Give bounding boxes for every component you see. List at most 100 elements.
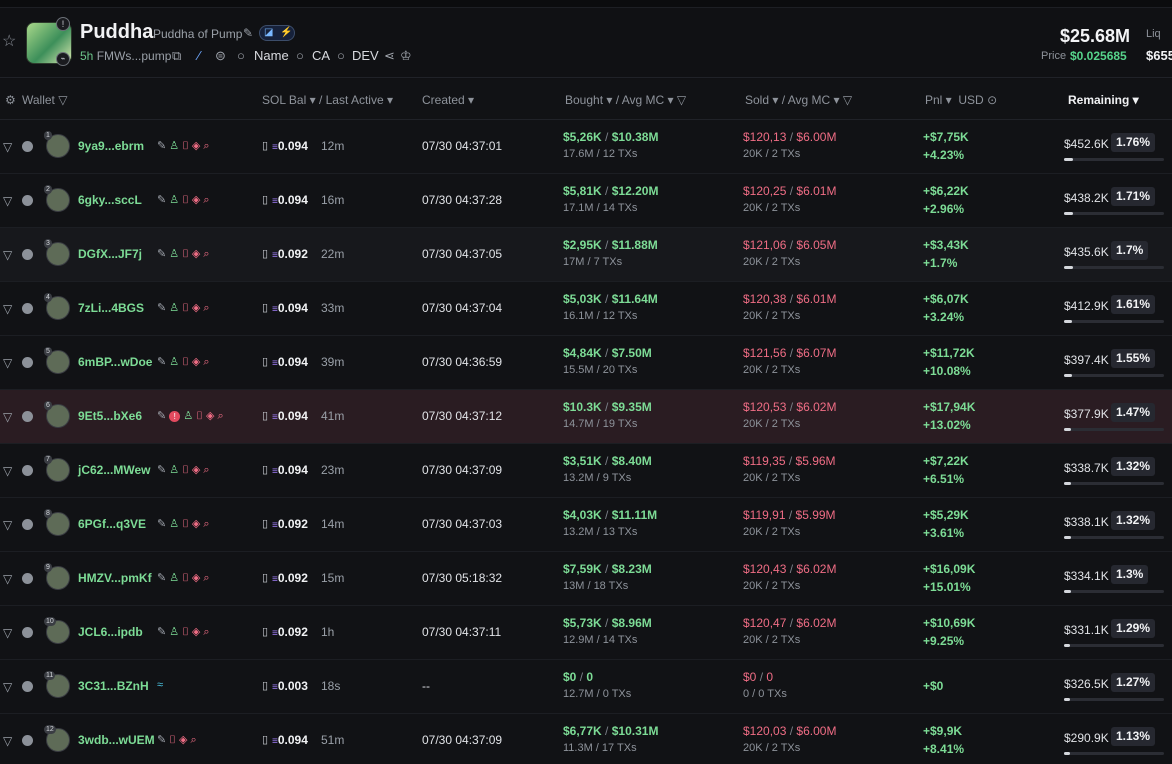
layers-icon[interactable]: ◈ <box>192 518 200 530</box>
table-row[interactable]: ▽ 11 3C31...BZnH ≈ ▯ ≡0.003 18s -- $0 / 0 12.7M /… <box>0 660 1172 714</box>
tag-icon[interactable]: ⌷ <box>182 248 189 260</box>
table-row[interactable]: ▽ 4 7zLi...4BGS ✎ ♙ ⌷ ◈ ⌕ ▯ ≡0.094 33m 07/30 0… <box>0 282 1172 336</box>
pencil-icon[interactable]: ✎ <box>157 248 166 260</box>
user-icon[interactable]: ♙ <box>169 572 179 584</box>
filter-icon[interactable]: ▽ <box>3 356 12 370</box>
chat-icon[interactable]: ⌕ <box>203 464 209 476</box>
table-row[interactable]: ▽ 2 6gky...sccL ✎ ♙ ⌷ ◈ ⌕ ▯ ≡0.094 16m 07/30 0… <box>0 174 1172 228</box>
chat-icon[interactable]: ⌕ <box>203 194 209 206</box>
layers-icon[interactable]: ◈ <box>192 194 200 206</box>
tag-icon[interactable]: ⌷ <box>182 518 189 530</box>
layers-icon[interactable]: ◈ <box>192 626 200 638</box>
filter-icon[interactable]: ▽ <box>3 140 12 154</box>
filter-icon[interactable]: ▽ <box>843 93 852 107</box>
col-created[interactable]: Created ▾ <box>422 93 474 107</box>
layers-icon[interactable]: ◈ <box>192 248 200 260</box>
pump-icon[interactable]: ⁄ <box>198 48 200 63</box>
filter-icon[interactable]: ▽ <box>3 680 12 694</box>
tag-icon[interactable]: ⌷ <box>196 410 203 422</box>
chat-icon[interactable]: ⌕ <box>203 356 209 368</box>
chat-icon[interactable]: ⌕ <box>203 572 209 584</box>
user-icon[interactable]: ♙ <box>169 194 179 206</box>
search-ca-link[interactable]: CA <box>312 48 330 63</box>
user-icon[interactable]: ♙ <box>169 464 179 476</box>
currency-toggle-icon[interactable]: ⊙ <box>987 93 997 107</box>
chat-icon[interactable]: ⌕ <box>203 626 209 638</box>
chat-icon[interactable]: ⌕ <box>203 302 209 314</box>
col-sol-bal[interactable]: SOL Bal ▾ / Last Active ▾ <box>262 93 393 107</box>
info-icon[interactable]: ! <box>56 17 70 31</box>
tag-icon[interactable]: ⌷ <box>182 302 189 314</box>
layers-icon[interactable]: ◈ <box>192 464 200 476</box>
table-row[interactable]: ▽ 1 9ya9...ebrm ✎ ♙ ⌷ ◈ ⌕ ▯ ≡0.094 12m 07/30 0… <box>0 120 1172 174</box>
layers-icon[interactable]: ◈ <box>206 410 214 422</box>
layers-icon[interactable]: ◈ <box>192 302 200 314</box>
pencil-icon[interactable]: ✎ <box>157 572 166 584</box>
tag-icon[interactable]: ⌷ <box>182 356 189 368</box>
wallet-address[interactable]: JCL6...ipdb <box>78 625 143 639</box>
user-icon[interactable]: ♙ <box>183 410 193 422</box>
chat-icon[interactable]: ⌕ <box>203 248 209 260</box>
filter-icon[interactable]: ▽ <box>677 93 686 107</box>
filter-icon[interactable]: ▽ <box>58 93 67 107</box>
filter-icon[interactable]: ▽ <box>3 302 12 316</box>
col-remaining[interactable]: Remaining ▾ <box>1068 93 1139 107</box>
search-dev-link[interactable]: DEV <box>352 48 379 63</box>
table-row[interactable]: ▽ 9 HMZV...pmKf ✎ ♙ ⌷ ◈ ⌕ ▯ ≡0.092 15m 07/30 0… <box>0 552 1172 606</box>
pencil-icon[interactable]: ✎ <box>157 518 166 530</box>
table-row[interactable]: ▽ 6 9Et5...bXe6 ✎ ! ♙ ⌷ ◈ ⌕ ▯ ≡0.094 41m 07/30… <box>0 390 1172 444</box>
col-wallet[interactable]: Wallet ▽ <box>22 93 67 107</box>
wallet-address[interactable]: 3wdb...wUEM <box>78 733 155 747</box>
link-icon[interactable]: ⌁ <box>56 52 70 66</box>
layers-icon[interactable]: ◈ <box>179 734 187 746</box>
pencil-icon[interactable]: ✎ <box>157 626 166 638</box>
pencil-icon[interactable]: ✎ <box>243 26 253 40</box>
pencil-icon[interactable]: ✎ <box>157 734 166 746</box>
filter-icon[interactable]: ▽ <box>3 464 12 478</box>
filter-icon[interactable]: ▽ <box>3 194 12 208</box>
wallet-address[interactable]: HMZV...pmKf <box>78 571 152 585</box>
user-icon[interactable]: ♙ <box>169 356 179 368</box>
star-icon[interactable]: ☆ <box>2 34 18 50</box>
layers-icon[interactable]: ◈ <box>192 140 200 152</box>
user-icon[interactable]: ♙ <box>169 248 179 260</box>
pencil-icon[interactable]: ✎ <box>157 140 166 152</box>
tag-icon[interactable]: ⌷ <box>169 734 176 746</box>
pencil-icon[interactable]: ✎ <box>157 356 166 368</box>
filter-icon[interactable]: ▽ <box>3 248 12 262</box>
pencil-icon[interactable]: ✎ <box>157 464 166 476</box>
filter-icon[interactable]: ▽ <box>3 734 12 748</box>
col-bought[interactable]: Bought ▾ / Avg MC ▾ ▽ <box>565 93 686 107</box>
table-row[interactable]: ▽ 5 6mBP...wDoe ✎ ♙ ⌷ ◈ ⌕ ▯ ≡0.094 39m 07/30 0… <box>0 336 1172 390</box>
user-icon[interactable]: ♙ <box>169 518 179 530</box>
filter-icon[interactable]: ▽ <box>3 518 12 532</box>
wallet-address[interactable]: 9Et5...bXe6 <box>78 409 142 423</box>
settings-icon[interactable]: ⚙ <box>5 93 16 107</box>
table-row[interactable]: ▽ 10 JCL6...ipdb ✎ ♙ ⌷ ◈ ⌕ ▯ ≡0.092 1h 07/30 0… <box>0 606 1172 660</box>
tag-icon[interactable]: ⌷ <box>182 194 189 206</box>
tag-icon[interactable]: ⌷ <box>182 140 189 152</box>
wallet-address[interactable]: 6mBP...wDoe <box>78 355 152 369</box>
table-row[interactable]: ▽ 12 3wdb...wUEM ✎ ⌷ ◈ ⌕ ▯ ≡0.094 51m 07/30 04… <box>0 714 1172 764</box>
filter-icon[interactable]: ▽ <box>3 572 12 586</box>
pencil-icon[interactable]: ✎ <box>157 302 166 314</box>
pencil-icon[interactable]: ✎ <box>157 194 166 206</box>
token-address[interactable]: FMWs...pump <box>97 49 172 63</box>
filter-icon[interactable]: ▽ <box>3 410 12 424</box>
table-row[interactable]: ▽ 3 DGfX...JF7j ✎ ♙ ⌷ ◈ ⌕ ▯ ≡0.092 22m 07/30 0… <box>0 228 1172 282</box>
col-pnl[interactable]: Pnl ▾ USD ⊙ <box>925 93 997 107</box>
wallet-address[interactable]: 9ya9...ebrm <box>78 139 144 153</box>
layers-icon[interactable]: ◈ <box>192 356 200 368</box>
col-sold[interactable]: Sold ▾ / Avg MC ▾ ▽ <box>745 93 852 107</box>
wallet-address[interactable]: 3C31...BZnH <box>78 679 149 693</box>
layers-icon[interactable]: ◈ <box>192 572 200 584</box>
search-name-link[interactable]: Name <box>254 48 289 63</box>
user-icon[interactable]: ♙ <box>169 626 179 638</box>
table-row[interactable]: ▽ 7 jC62...MWew ✎ ♙ ⌷ ◈ ⌕ ▯ ≡0.094 23m 07/30 0… <box>0 444 1172 498</box>
chat-icon[interactable]: ⌕ <box>190 734 196 746</box>
table-row[interactable]: ▽ 8 6PGf...q3VE ✎ ♙ ⌷ ◈ ⌕ ▯ ≡0.092 14m 07/30 0… <box>0 498 1172 552</box>
wallet-address[interactable]: DGfX...JF7j <box>78 247 142 261</box>
share-icon[interactable]: ⋖ <box>384 48 395 64</box>
tag-icon[interactable]: ⌷ <box>182 464 189 476</box>
user-icon[interactable]: ♙ <box>169 140 179 152</box>
